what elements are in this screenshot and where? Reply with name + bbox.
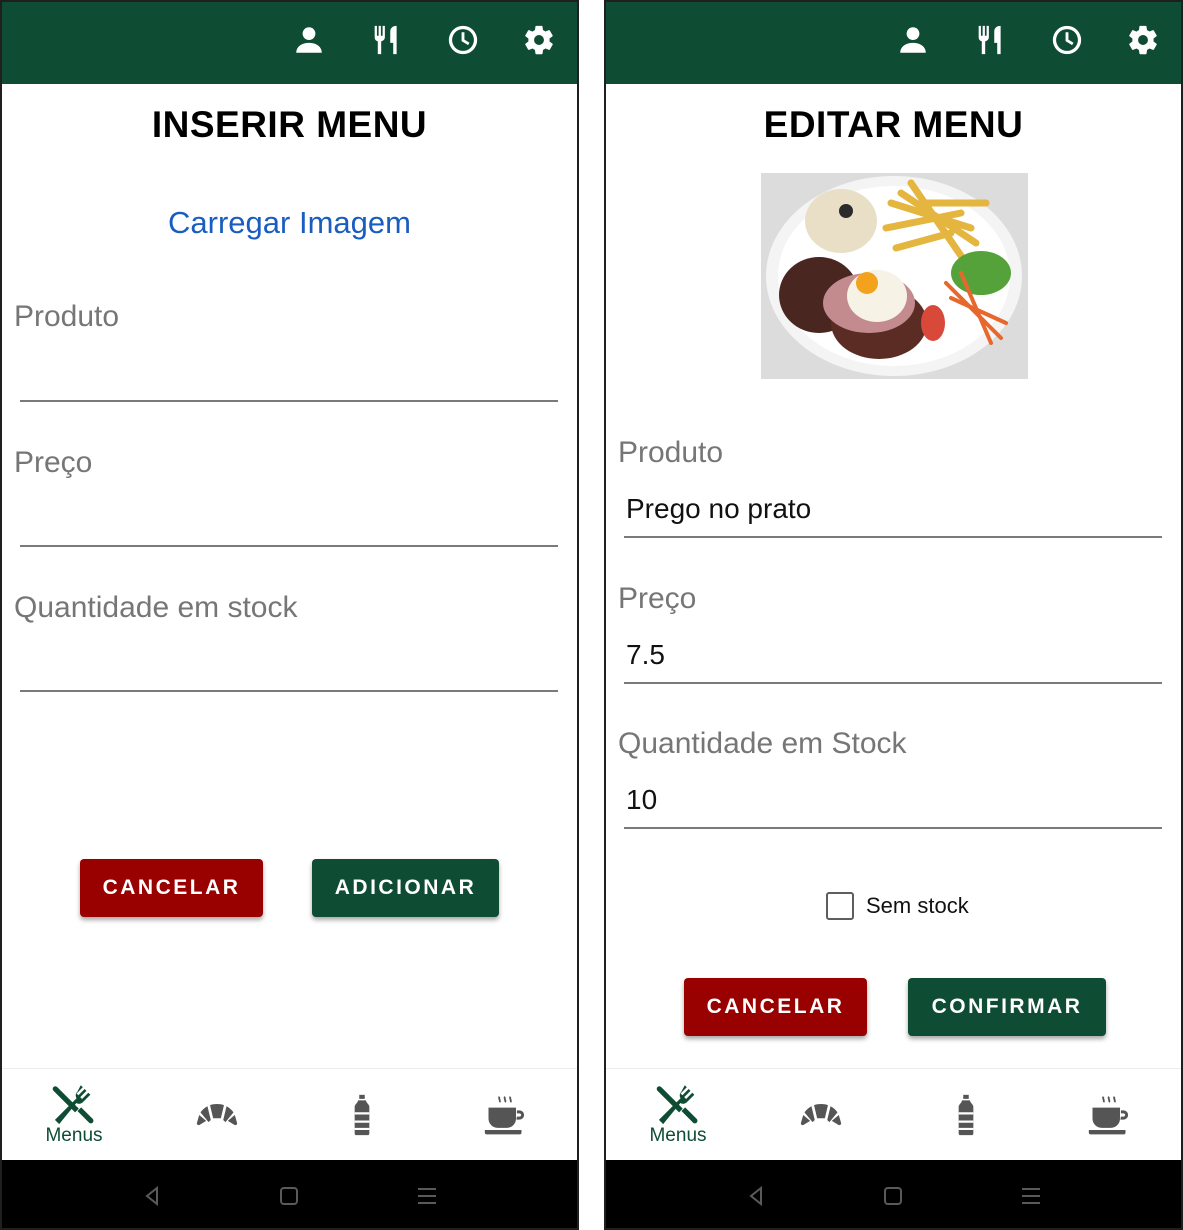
- add-button[interactable]: ADICIONAR: [312, 859, 499, 917]
- clock-icon[interactable]: [443, 20, 483, 60]
- price-input[interactable]: [20, 499, 558, 547]
- nav-item-pastries[interactable]: [147, 1069, 287, 1161]
- out-of-stock-checkbox[interactable]: [826, 892, 854, 920]
- coffee-icon: [484, 1096, 525, 1135]
- home-icon[interactable]: [273, 1180, 305, 1212]
- nav-item-hot-drinks[interactable]: [435, 1069, 575, 1161]
- product-input[interactable]: [624, 490, 1162, 538]
- page-title: INSERIR MENU: [151, 104, 428, 145]
- insert-menu-screen: INSERIR MENU Carregar Imagem Produto Pre…: [0, 0, 579, 1230]
- price-label: Preço: [618, 582, 697, 615]
- bottom-navigation: Menus: [606, 1068, 1181, 1160]
- croissant-icon: [800, 1104, 842, 1126]
- person-icon[interactable]: [893, 20, 933, 60]
- nav-item-menus[interactable]: Menus: [4, 1069, 144, 1161]
- home-icon[interactable]: [877, 1180, 909, 1212]
- recents-icon[interactable]: [411, 1180, 443, 1212]
- stock-quantity-label: Quantidade em Stock: [618, 727, 907, 760]
- nav-item-drinks[interactable]: [896, 1069, 1036, 1161]
- top-app-bar: [2, 2, 577, 84]
- coffee-icon: [1088, 1096, 1129, 1135]
- clock-icon[interactable]: [1047, 20, 1087, 60]
- recents-icon[interactable]: [1015, 1180, 1047, 1212]
- out-of-stock-label: Sem stock: [866, 893, 969, 918]
- nav-label-menus: Menus: [45, 1125, 103, 1146]
- price-input[interactable]: [624, 636, 1162, 684]
- confirm-button[interactable]: CONFIRMAR: [908, 978, 1106, 1036]
- cancel-button[interactable]: CANCELAR: [684, 978, 867, 1036]
- cancel-button[interactable]: CANCELAR: [80, 859, 263, 917]
- nav-item-drinks[interactable]: [292, 1069, 432, 1161]
- nav-item-hot-drinks[interactable]: [1039, 1069, 1179, 1161]
- out-of-stock-checkbox-row[interactable]: Sem stock: [826, 890, 969, 922]
- utensils-icon[interactable]: [366, 20, 406, 60]
- menus-icon: [656, 1085, 698, 1125]
- bottle-icon: [958, 1094, 974, 1136]
- stock-quantity-label: Quantidade em stock: [14, 591, 298, 624]
- croissant-icon: [196, 1104, 238, 1126]
- upload-image-link[interactable]: Carregar Imagem: [2, 205, 577, 241]
- system-navigation-bar: [606, 1160, 1181, 1228]
- stock-quantity-input[interactable]: [20, 644, 558, 692]
- bottom-navigation: Menus: [2, 1068, 577, 1160]
- gear-icon[interactable]: [1123, 20, 1163, 60]
- stock-quantity-input[interactable]: [624, 781, 1162, 829]
- nav-label-menus: Menus: [649, 1125, 707, 1146]
- utensils-icon[interactable]: [970, 20, 1010, 60]
- back-icon[interactable]: [136, 1180, 168, 1212]
- top-app-bar: [606, 2, 1181, 84]
- edit-menu-screen: EDITAR MENU Produto Prego no prato Preço…: [604, 0, 1183, 1230]
- nav-item-pastries[interactable]: [751, 1069, 891, 1161]
- back-icon[interactable]: [740, 1180, 772, 1212]
- menu-item-photo[interactable]: [761, 173, 1028, 379]
- product-label: Produto: [14, 300, 120, 333]
- menus-icon: [52, 1085, 94, 1125]
- product-label: Produto: [618, 436, 724, 469]
- product-input[interactable]: [20, 354, 558, 402]
- person-icon[interactable]: [289, 20, 329, 60]
- bottle-icon: [354, 1094, 370, 1136]
- system-navigation-bar: [2, 1160, 577, 1228]
- gear-icon[interactable]: [519, 20, 559, 60]
- nav-item-menus[interactable]: Menus: [608, 1069, 748, 1161]
- price-label: Preço: [14, 446, 93, 479]
- page-title: EDITAR MENU: [763, 104, 1024, 145]
